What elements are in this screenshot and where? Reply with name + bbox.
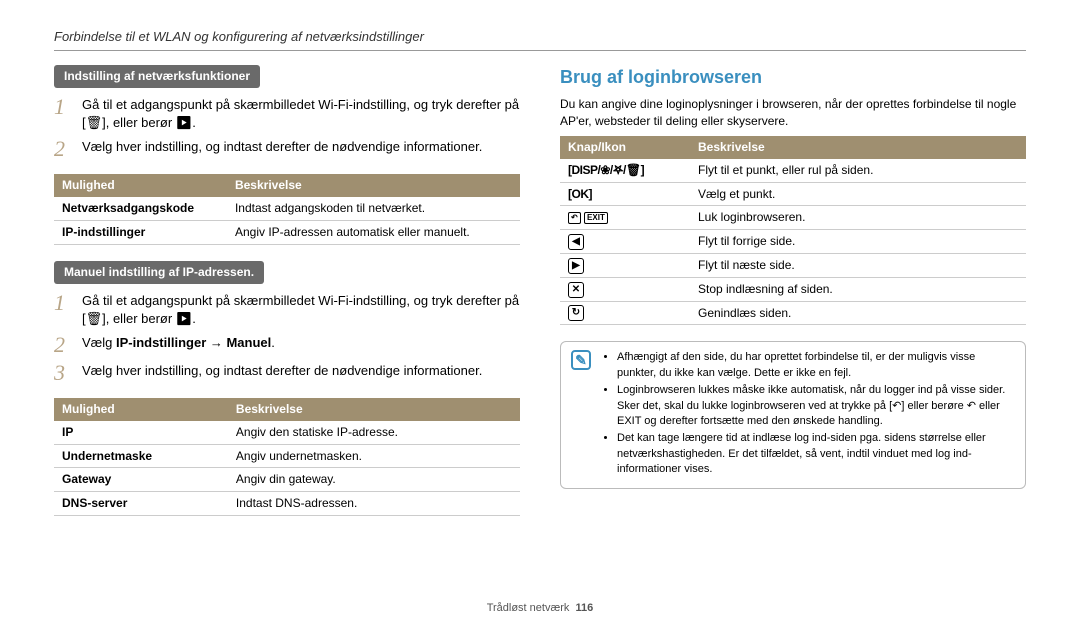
col-header-option: Mulighed [54, 174, 227, 197]
table-row: ↶ EXIT Luk loginbrowseren. [560, 206, 1026, 230]
steps-manual-ip: 1 Gå til et adgangspunkt på skærmbillede… [54, 292, 520, 384]
option-name: Undernetmaske [54, 444, 228, 468]
table-row: ▶ Flyt til næste side. [560, 253, 1026, 277]
step-text: Gå til et adgangspunkt på skærmbilledet … [82, 292, 520, 328]
back-arrow-icon: ↶ [568, 212, 581, 224]
option-desc: Angiv IP-adressen automatisk eller manue… [227, 220, 520, 244]
option-desc: Indtast DNS-adressen. [228, 492, 520, 516]
option-desc: Indtast adgangskoden til netværket. [227, 197, 520, 220]
button-icon-cell: ▶ [560, 253, 690, 277]
arrow-left-icon: ◀ [568, 234, 584, 250]
steps-network-functions: 1 Gå til et adgangspunkt på skærmbillede… [54, 96, 520, 160]
table-row: ↻ Genindlæs siden. [560, 301, 1026, 325]
col-header-description: Beskrivelse [690, 136, 1026, 159]
page-footer: Trådløst netværk 116 [0, 601, 1080, 616]
button-desc: Luk loginbrowseren. [690, 206, 1026, 230]
exit-icon: EXIT [584, 212, 608, 224]
step-text: Vælg IP-indstillinger → Manuel. [82, 334, 520, 356]
button-desc: Stop indlæsning af siden. [690, 277, 1026, 301]
button-icon-cell: ◀ [560, 230, 690, 254]
table-row: GatewayAngiv din gateway. [54, 468, 520, 492]
option-desc: Angiv din gateway. [228, 468, 520, 492]
arrow-right-icon: ▶ [568, 258, 584, 274]
table-row: IP-indstillinger Angiv IP-adressen autom… [54, 220, 520, 244]
table-browser-controls: Knap/Ikon Beskrivelse [DISP/❀/𖤐/🗑] Flyt … [560, 136, 1026, 326]
step-number: 1 [54, 292, 72, 328]
table-ip-options: Mulighed Beskrivelse IPAngiv den statisk… [54, 398, 520, 516]
step-number: 3 [54, 362, 72, 384]
option-name: IP [54, 421, 228, 444]
option-desc: Angiv undernetmasken. [228, 444, 520, 468]
table-row: IPAngiv den statiske IP-adresse. [54, 421, 520, 444]
button-desc: Genindlæs siden. [690, 301, 1026, 325]
note-box: ✎ Afhængigt af den side, du har oprettet… [560, 341, 1026, 488]
button-desc: Flyt til forrige side. [690, 230, 1026, 254]
step-number: 2 [54, 138, 72, 160]
note-list: Afhængigt af den side, du har oprettet f… [601, 350, 1015, 479]
button-icon-cell: ✕ [560, 277, 690, 301]
step-number: 1 [54, 96, 72, 132]
button-icon-cell: [OK] [560, 182, 690, 206]
step-text: Vælg hver indstilling, og indtast dereft… [82, 362, 520, 384]
table-row: DNS-serverIndtast DNS-adressen. [54, 492, 520, 516]
button-desc: Flyt til næste side. [690, 253, 1026, 277]
table-row: Netværksadgangskode Indtast adgangskoden… [54, 197, 520, 220]
col-header-button: Knap/Ikon [560, 136, 690, 159]
stop-icon: ✕ [568, 282, 584, 298]
button-desc: Vælg et punkt. [690, 182, 1026, 206]
button-desc: Flyt til et punkt, eller rul på siden. [690, 159, 1026, 182]
option-name: Netværksadgangskode [54, 197, 227, 220]
section-title-login-browser: Brug af loginbrowseren [560, 65, 1026, 90]
button-icon-cell: ↻ [560, 301, 690, 325]
col-header-description: Beskrivelse [228, 398, 520, 421]
step-number: 2 [54, 334, 72, 356]
option-name: DNS-server [54, 492, 228, 516]
page-number: 116 [576, 602, 594, 614]
step-text: Gå til et adgangspunkt på skærmbilledet … [82, 96, 520, 132]
button-icon-cell: [DISP/❀/𖤐/🗑] [560, 159, 690, 182]
note-item: Det kan tage længere tid at indlæse log … [617, 431, 1015, 477]
step-text: Vælg hver indstilling, og indtast dereft… [82, 138, 520, 160]
table-row: ✕ Stop indlæsning af siden. [560, 277, 1026, 301]
table-network-options: Mulighed Beskrivelse Netværksadgangskode… [54, 174, 520, 244]
subhead-network-functions: Indstilling af netværksfunktioner [54, 65, 260, 88]
option-desc: Angiv den statiske IP-adresse. [228, 421, 520, 444]
table-row: UndernetmaskeAngiv undernetmasken. [54, 444, 520, 468]
note-item: Loginbrowseren lukkes måske ikke automat… [617, 383, 1015, 429]
col-header-description: Beskrivelse [227, 174, 520, 197]
disp-nav-icon: [DISP/❀/𖤐/🗑] [568, 163, 644, 177]
table-row: [DISP/❀/𖤐/🗑] Flyt til et punkt, eller ru… [560, 159, 1026, 182]
col-header-option: Mulighed [54, 398, 228, 421]
page-header: Forbindelse til et WLAN og konfigurering… [54, 28, 1026, 51]
right-column: Brug af loginbrowseren Du kan angive din… [560, 65, 1026, 532]
table-row: [OK] Vælg et punkt. [560, 182, 1026, 206]
intro-paragraph: Du kan angive dine loginoplysninger i br… [560, 96, 1026, 130]
ok-icon: [OK] [568, 187, 592, 201]
left-column: Indstilling af netværksfunktioner 1 Gå t… [54, 65, 520, 532]
note-item: Afhængigt af den side, du har oprettet f… [617, 350, 1015, 381]
reload-icon: ↻ [568, 305, 584, 321]
table-row: ◀ Flyt til forrige side. [560, 230, 1026, 254]
footer-section: Trådløst netværk [487, 602, 570, 614]
option-name: Gateway [54, 468, 228, 492]
button-icon-cell: ↶ EXIT [560, 206, 690, 230]
note-info-icon: ✎ [571, 350, 591, 370]
subhead-manual-ip: Manuel indstilling af IP-adressen. [54, 261, 264, 284]
option-name: IP-indstillinger [54, 220, 227, 244]
